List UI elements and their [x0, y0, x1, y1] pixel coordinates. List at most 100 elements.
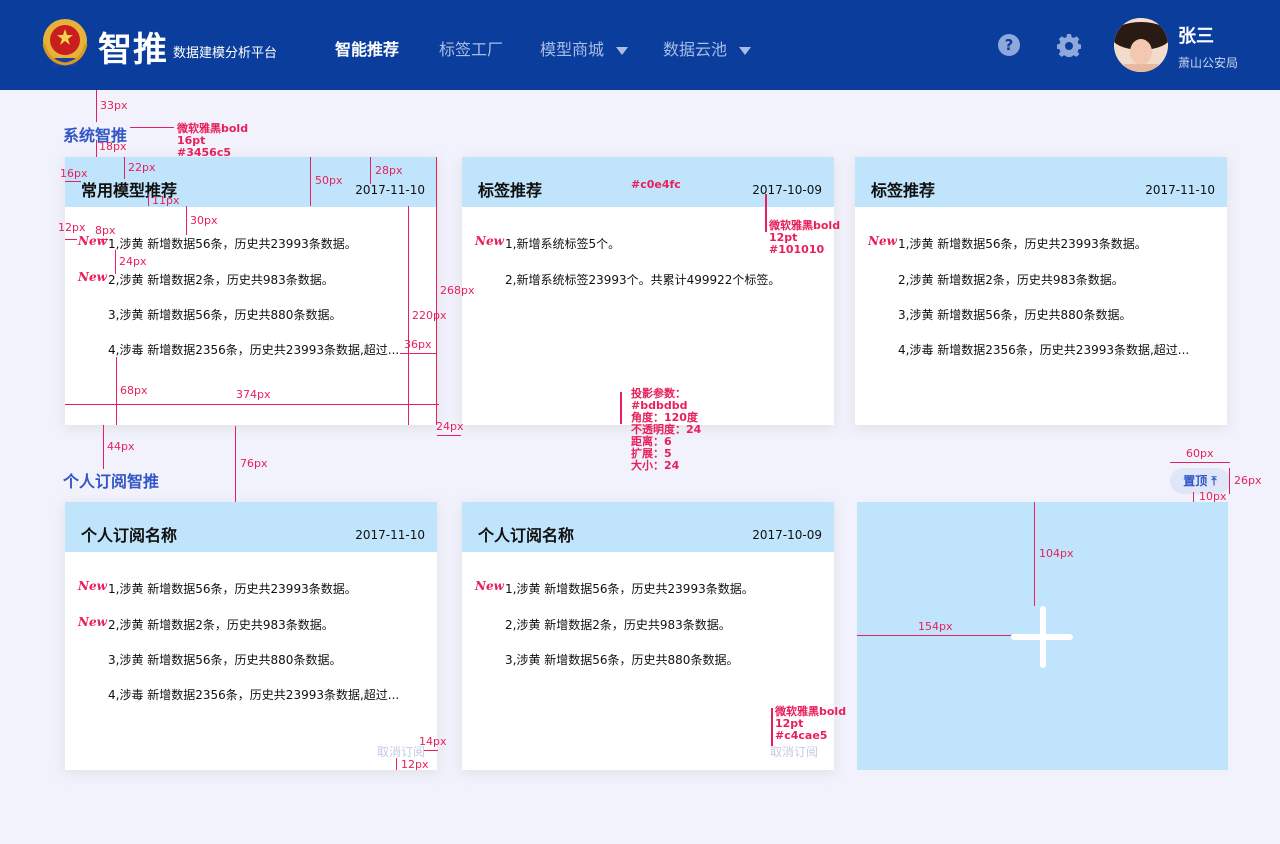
- list-item-text: 2,涉黄 新增数据2条，历史共983条数据。: [108, 618, 334, 632]
- measure-label: 154px: [918, 620, 953, 633]
- system-card-2[interactable]: 标签推荐 2017-10-09 New 1,新增系统标签5个。 2,新增系统标签2…: [462, 157, 834, 425]
- plus-icon: [1011, 634, 1073, 640]
- list-item[interactable]: New 2,涉黄 新增数据2条，历史共983条数据。: [65, 614, 437, 634]
- measure-line: [1229, 468, 1230, 494]
- measure-label: 28px: [375, 164, 403, 177]
- list-item[interactable]: 3,涉黄 新增数据56条，历史共880条数据。: [65, 304, 437, 324]
- list-item[interactable]: 3,涉黄 新增数据56条，历史共880条数据。: [65, 649, 437, 669]
- measure-label: 14px: [419, 735, 447, 748]
- list-item[interactable]: 3,涉黄 新增数据56条，历史共880条数据。: [855, 304, 1227, 324]
- measure-line: [857, 635, 1011, 636]
- measure-line: [396, 758, 397, 770]
- list-item[interactable]: New 1,涉黄 新增数据56条，历史共23993条数据。: [65, 233, 437, 253]
- card-date: 2017-11-10: [1145, 183, 1215, 197]
- list-item[interactable]: 4,涉毒 新增数据2356条，历史共23993条数据,超过...: [65, 339, 437, 359]
- measure-label: 12px: [58, 221, 86, 234]
- user-org: 萧山公安局: [1178, 56, 1239, 70]
- list-item[interactable]: New 1,涉黄 新增数据56条，历史共23993条数据。: [65, 578, 437, 598]
- measure-line: [424, 750, 438, 751]
- list-item-text: 4,涉毒 新增数据2356条，历史共23993条数据,超过...: [108, 688, 400, 702]
- measure-label: 60px: [1186, 447, 1214, 460]
- annotation-pointer: [765, 194, 767, 232]
- measure-label: 36px: [404, 338, 432, 351]
- list-item[interactable]: 4,涉毒 新增数据2356条，历史共23993条数据,超过...: [855, 339, 1227, 359]
- measure-line: [1193, 492, 1194, 502]
- list-item-text: 3,涉黄 新增数据56条，历史共880条数据。: [505, 653, 739, 667]
- new-badge: New: [78, 615, 107, 629]
- list-item[interactable]: 2,涉黄 新增数据2条，历史共983条数据。: [462, 614, 834, 634]
- measure-label: 8px: [95, 224, 116, 237]
- measure-label: 374px: [236, 388, 271, 401]
- avatar[interactable]: [1114, 18, 1168, 72]
- measure-line: [436, 157, 437, 425]
- new-badge: New: [78, 270, 107, 284]
- measure-line: [100, 239, 108, 240]
- measure-label: 44px: [107, 440, 135, 453]
- list-item-text: 1,涉黄 新增数据56条，历史共23993条数据。: [108, 237, 357, 251]
- list-item-text: 2,涉黄 新增数据2条，历史共983条数据。: [505, 618, 731, 632]
- measure-label: 18px: [99, 140, 127, 153]
- nav-smart-recommend[interactable]: 智能推荐: [335, 36, 399, 60]
- annotation-text: #c0e4fc: [631, 178, 681, 191]
- list-item[interactable]: 2,新增系统标签23993个。共累计499922个标签。: [462, 269, 834, 289]
- card-title: 个人订阅名称: [81, 526, 178, 545]
- list-item-text: 3,涉黄 新增数据56条，历史共880条数据。: [898, 308, 1132, 322]
- measure-line: [115, 250, 116, 274]
- measure-line: [103, 425, 104, 469]
- list-item[interactable]: 3,涉黄 新增数据56条，历史共880条数据。: [462, 649, 834, 669]
- annotation-pointer: [771, 708, 773, 746]
- unsubscribe-link[interactable]: 取消订阅: [770, 743, 818, 760]
- personal-card-1[interactable]: 个人订阅名称 2017-11-10 New 1,涉黄 新增数据56条，历史共239…: [65, 502, 437, 770]
- list-item-text: 4,涉毒 新增数据2356条，历史共23993条数据,超过...: [108, 343, 400, 357]
- measure-line: [400, 353, 436, 354]
- avatar-image: [1114, 18, 1168, 72]
- new-badge: New: [475, 234, 504, 248]
- add-subscription-card[interactable]: [857, 502, 1228, 770]
- card-date: 2017-10-09: [752, 183, 822, 197]
- card-header: 标签推荐 2017-11-10: [855, 157, 1227, 207]
- list-item[interactable]: New 1,涉黄 新增数据56条，历史共23993条数据。: [855, 233, 1227, 253]
- chevron-down-icon: [739, 46, 752, 55]
- measure-line: [65, 181, 81, 182]
- list-item[interactable]: 4,涉毒 新增数据2356条，历史共23993条数据,超过...: [65, 684, 437, 704]
- list-item-text: 1,涉黄 新增数据56条，历史共23993条数据。: [898, 237, 1147, 251]
- list-item[interactable]: New 2,涉黄 新增数据2条，历史共983条数据。: [65, 269, 437, 289]
- card-header: 个人订阅名称 2017-11-10: [65, 502, 437, 552]
- measure-label: 76px: [240, 457, 268, 470]
- card-title: 个人订阅名称: [478, 526, 575, 545]
- list-item[interactable]: 2,涉黄 新增数据2条，历史共983条数据。: [855, 269, 1227, 289]
- card-date: 2017-10-09: [752, 528, 822, 542]
- measure-label: 220px: [412, 309, 447, 322]
- nav-data-cloud[interactable]: 数据云池: [663, 36, 752, 60]
- measure-line: [65, 404, 439, 405]
- measure-label: 22px: [128, 161, 156, 174]
- card-header: 个人订阅名称 2017-10-09: [462, 502, 834, 552]
- card-date: 2017-11-10: [355, 528, 425, 542]
- new-badge: New: [868, 234, 897, 248]
- measure-line: [65, 239, 77, 240]
- measure-line: [148, 194, 149, 206]
- app-title: 智推: [98, 30, 168, 70]
- nav-label: 标签工厂: [439, 40, 504, 59]
- annotation-text: #101010: [769, 243, 825, 256]
- nav-model-store[interactable]: 模型商城: [540, 36, 629, 60]
- measure-label: 30px: [190, 214, 218, 227]
- measure-label: 68px: [120, 384, 148, 397]
- help-icon[interactable]: ?: [998, 34, 1020, 56]
- annotation-text: 大小：24: [631, 459, 680, 472]
- system-card-3[interactable]: 标签推荐 2017-11-10 New 1,涉黄 新增数据56条，历史共23993…: [855, 157, 1227, 425]
- top-navbar: 智推 数据建模分析平台 智能推荐 标签工厂 模型商城 数据云池 ? 张三 萧山公…: [0, 0, 1280, 90]
- new-badge: New: [78, 579, 107, 593]
- measure-label: 26px: [1234, 474, 1262, 487]
- nav-label: 模型商城: [540, 40, 605, 59]
- user-name: 张三: [1178, 26, 1214, 47]
- app-subtitle: 数据建模分析平台: [173, 46, 278, 61]
- measure-label: 50px: [315, 174, 343, 187]
- gear-icon[interactable]: [1057, 33, 1081, 57]
- measure-label: 268px: [440, 284, 475, 297]
- measure-label: 11px: [152, 194, 180, 207]
- list-item[interactable]: New 1,涉黄 新增数据56条，历史共23993条数据。: [462, 578, 834, 598]
- section-title-personal: 个人订阅智推: [63, 472, 160, 491]
- nav-tag-factory[interactable]: 标签工厂: [439, 36, 503, 60]
- measure-label: 104px: [1039, 547, 1074, 560]
